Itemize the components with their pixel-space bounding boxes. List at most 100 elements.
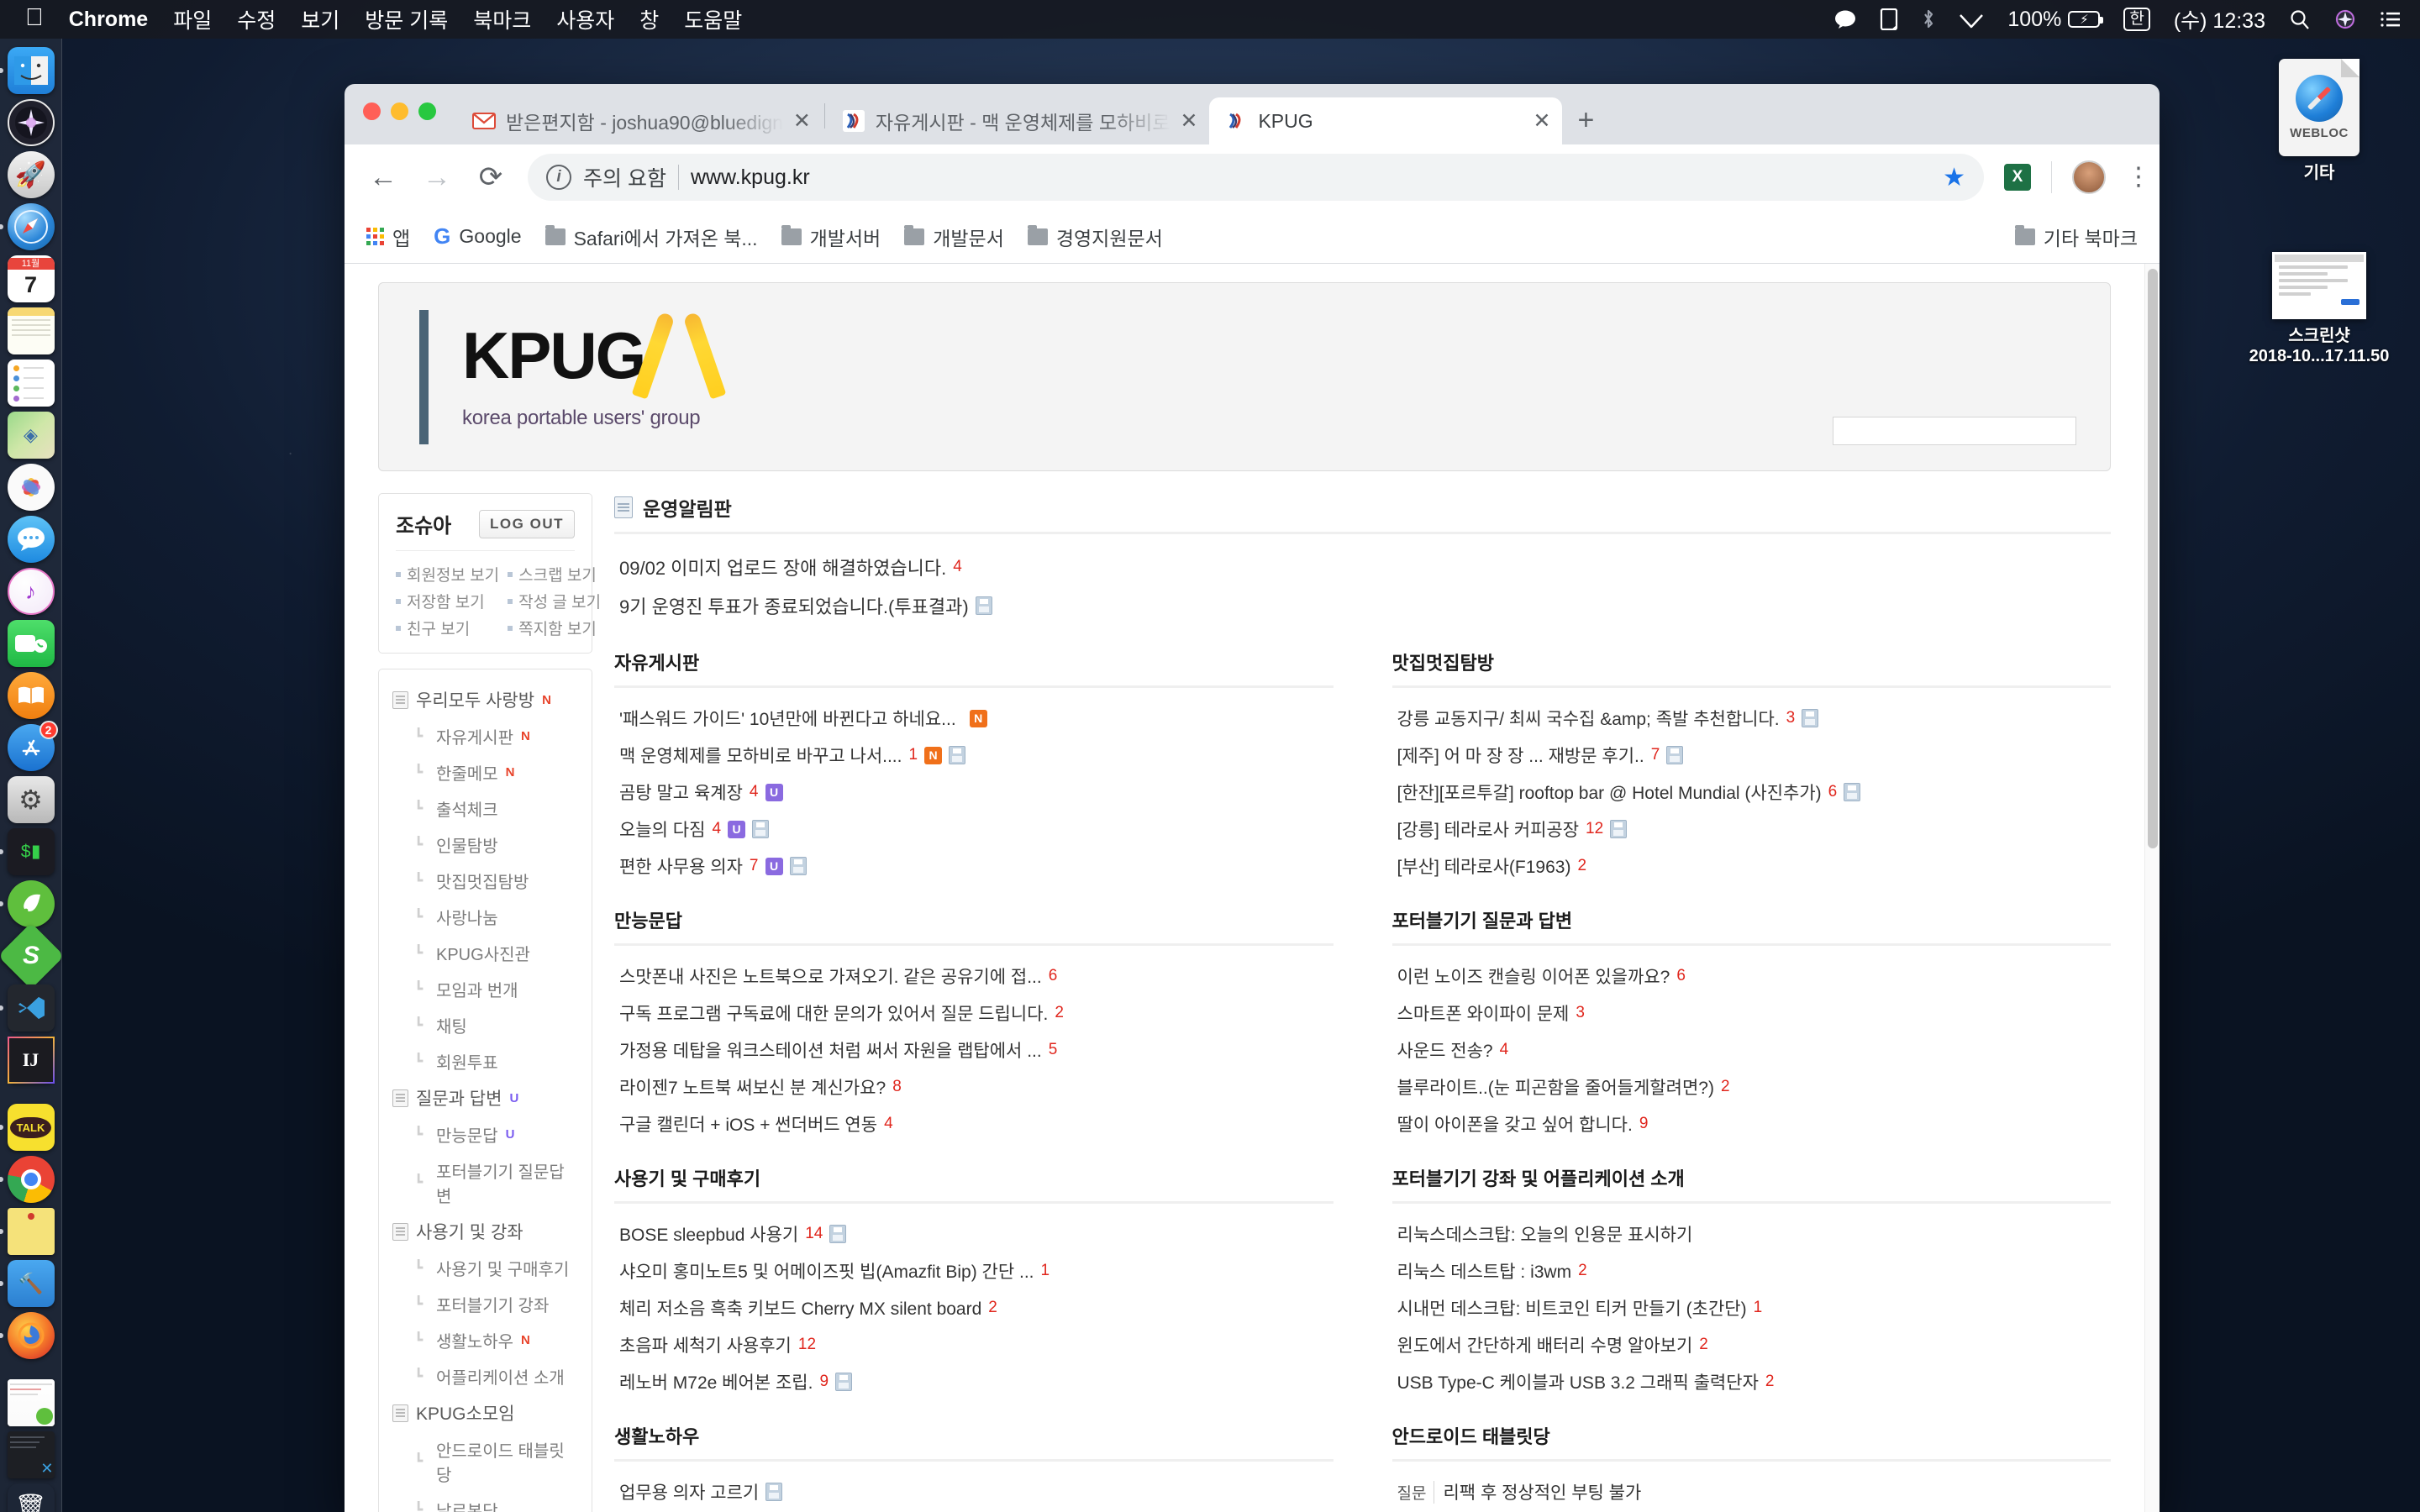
dock-item-ibooks[interactable] [7, 672, 55, 719]
user-link-posts[interactable]: 작성 글 보기 [508, 590, 601, 612]
search-icon[interactable] [2289, 8, 2311, 30]
reload-icon[interactable]: ⟳ [474, 163, 508, 192]
list-item[interactable]: 라이젠7 노트북 써보신 분 계신가요? 8 [619, 1068, 1334, 1105]
list-item[interactable]: 시내먼 데스크탑: 비트코인 티커 만들기 (초간단) 1 [1397, 1289, 2112, 1326]
sidebar-item-member-vote[interactable]: ┗ 회원투표 [392, 1043, 578, 1079]
profile-avatar-icon[interactable] [2072, 160, 2106, 194]
menubar-clock[interactable]: (수) 12:33 [2174, 4, 2265, 34]
menubar-item-window[interactable]: 창 [639, 4, 659, 34]
dock-item-reminders[interactable] [7, 360, 55, 407]
list-item[interactable]: 리눅스 데스트탑 : i3wm 2 [1397, 1252, 2112, 1289]
list-item[interactable]: 스마트폰 와이파이 문제 3 [1397, 995, 2112, 1032]
bookmark-apps[interactable]: 앱 [366, 223, 410, 251]
siri-icon[interactable] [2334, 8, 2356, 30]
bookmark-dev-server[interactable]: 개발서버 [781, 223, 881, 251]
desktop-icon-webloc[interactable]: WEBLOC 기타 [2235, 59, 2403, 183]
notice-item[interactable]: 9기 운영진 투표가 종료되었습니다.(투표결과) [619, 586, 2111, 625]
display-icon[interactable] [1880, 8, 1898, 30]
page-scrollbar[interactable] [2144, 264, 2160, 1512]
user-link-friends[interactable]: 친구 보기 [396, 617, 499, 639]
section-title[interactable]: 만능문답 [614, 906, 1334, 946]
user-link-profile[interactable]: 회원정보 보기 [396, 563, 499, 585]
list-item[interactable]: 사운드 전송? 4 [1397, 1032, 2112, 1068]
notice-item[interactable]: 09/02 이미지 업로드 장애 해결하였습니다. 4 [619, 548, 2111, 586]
list-item[interactable]: '패스워드 가이드' 10년만에 바뀐다고 하네요... N [619, 700, 1334, 737]
site-logo[interactable]: KPUG korea portable users' group [462, 322, 705, 430]
menubar-item-bookmarks[interactable]: 북마크 [473, 4, 531, 34]
list-item[interactable]: 블루라이트..(눈 피곤함을 줄어들게할려면?) 2 [1397, 1068, 2112, 1105]
dock-item-finder[interactable] [0, 47, 55, 94]
bluetooth-icon[interactable] [1922, 8, 1935, 30]
dock-item-maps[interactable]: ◈ [7, 412, 55, 459]
sidebar-item-portable-lectures[interactable]: ┗ 포터블기기 강좌 [392, 1286, 578, 1322]
list-item[interactable]: 질문 리팩 후 정상적인 부팅 불가 [1397, 1473, 2112, 1510]
spreadsheet-extension-icon[interactable]: X [2004, 164, 2031, 191]
logout-button[interactable]: LOG OUT [479, 509, 575, 538]
list-item[interactable]: 가정용 데탑을 워크스테이션 처럼 써서 자원을 랩탑에서 ... 5 [619, 1032, 1334, 1068]
dock-item-system-preferences[interactable]: ⚙ [7, 776, 55, 823]
list-item[interactable]: 샤오미 홍미노트5 및 어메이즈핏 빕(Amazfit Bip) 간단 ... … [619, 1252, 1334, 1289]
maximize-window-button[interactable] [418, 102, 436, 120]
list-item[interactable]: 업무용 의자 고르기 [619, 1473, 1334, 1510]
dock-item-stickies[interactable] [0, 1208, 55, 1255]
dock-item-safari[interactable] [0, 203, 55, 250]
sidebar-item-people[interactable]: ┗ 인물탐방 [392, 827, 578, 863]
dock-item-minimized-vscode[interactable]: ✕ [7, 1431, 55, 1478]
section-title[interactable]: 안드로이드 태블릿당 [1392, 1422, 2111, 1462]
sidebar-item-meetups[interactable]: ┗ 모임과 번개 [392, 971, 578, 1007]
menubar-item-view[interactable]: 보기 [301, 4, 339, 34]
kebab-menu-icon[interactable]: ⋮ [2126, 165, 2151, 189]
dock-item-minimized-sts[interactable] [7, 1379, 55, 1426]
sidebar-item-free-board[interactable]: ┗ 자유게시판 N [392, 718, 578, 754]
section-title[interactable]: 포터블기기 강좌 및 어플리케이션 소개 [1392, 1164, 2111, 1204]
sidebar-item-oneline-memo[interactable]: ┗ 한줄메모 N [392, 754, 578, 790]
list-item[interactable]: 레노버 M72e 베어본 조립. 9 [619, 1363, 1334, 1400]
list-item[interactable]: USB Type-C 케이블과 USB 3.2 그래픽 출력단자 2 [1397, 1363, 2112, 1400]
minimize-window-button[interactable] [391, 102, 408, 120]
apple-menu-icon[interactable]:  [25, 5, 44, 30]
dock-item-firefox[interactable] [0, 1312, 55, 1359]
list-item[interactable]: [제주] 어 마 장 장 ... 재방문 후기.. 7 [1397, 737, 2112, 774]
sidebar-item-reviews-lectures[interactable]: 사용기 및 강좌 [392, 1213, 578, 1250]
sidebar-item-purchase-reviews[interactable]: ┗ 사용기 및 구매후기 [392, 1250, 578, 1286]
list-item[interactable]: 체리 저소음 흑축 키보드 Cherry MX silent board 2 [619, 1289, 1334, 1326]
section-title[interactable]: 자유게시판 [614, 648, 1334, 688]
user-link-messages[interactable]: 쪽지함 보기 [508, 617, 601, 639]
site-search-input[interactable] [1833, 417, 2076, 445]
bookmark-google[interactable]: G Google [434, 223, 521, 249]
dock-item-chrome[interactable] [0, 1156, 55, 1203]
dock-item-facetime[interactable] [7, 620, 55, 667]
bookmark-management-docs[interactable]: 경영지원문서 [1027, 223, 1163, 251]
back-arrow-icon[interactable]: ← [366, 163, 400, 192]
sidebar-item-chat[interactable]: ┗ 채팅 [392, 1007, 578, 1043]
list-item[interactable]: 곰탕 말고 육계장 4 U [619, 774, 1334, 811]
menubar-item-people[interactable]: 사용자 [556, 4, 614, 34]
list-item[interactable]: 딸이 아이폰을 갖고 싶어 합니다. 9 [1397, 1105, 2112, 1142]
dock-item-launchpad[interactable]: 🚀 [7, 151, 55, 198]
menubar-item-edit[interactable]: 수정 [237, 4, 276, 34]
close-tab-icon[interactable]: ✕ [1534, 108, 1551, 134]
sidebar-item-sharing[interactable]: ┗ 사랑나눔 [392, 899, 578, 935]
battery-status[interactable]: 100% ⚡ [2007, 8, 2104, 32]
dock-item-spring-tool-suite[interactable] [0, 880, 55, 927]
list-item[interactable]: 리눅스데스크탑: 오늘의 인용문 표시하기 [1397, 1215, 2112, 1252]
section-title[interactable]: 맛집멋집탐방 [1392, 648, 2111, 688]
wifi-icon[interactable] [1959, 10, 1984, 29]
dock-item-app-store[interactable]: 2 [7, 721, 58, 771]
sidebar-item-photo-gallery[interactable]: ┗ KPUG사진관 [392, 935, 578, 971]
list-item[interactable]: [한잔][포르투갈] rooftop bar @ Hotel Mundial (… [1397, 774, 2112, 811]
list-item[interactable]: 스맛폰내 사진은 노트북으로 가져오기. 같은 공유기에 접... 6 [619, 958, 1334, 995]
dock-item-calendar[interactable]: 11월 7 [7, 255, 55, 302]
forward-arrow-icon[interactable]: → [420, 163, 454, 192]
dock-item-terminal[interactable]: $▮ [0, 828, 55, 875]
desktop-icon-screenshot[interactable]: 스크린샷 2018-10...17.11.50 [2235, 252, 2403, 366]
menubar-item-history[interactable]: 방문 기록 [365, 4, 448, 34]
chat-bubble-icon[interactable] [1834, 9, 1856, 29]
list-item[interactable]: 오늘의 다짐 4 U [619, 811, 1334, 848]
sidebar-item-life-knowhow[interactable]: ┗ 생활노하우 N [392, 1322, 578, 1358]
site-info-icon[interactable]: i [546, 165, 571, 190]
list-item[interactable]: [부산] 테라로사(F1963) 2 [1397, 848, 2112, 885]
star-icon[interactable]: ★ [1943, 163, 1965, 192]
dock-item-intellij-idea[interactable]: IJ [7, 1037, 55, 1084]
sidebar-item-app-intro[interactable]: ┗ 어플리케이션 소개 [392, 1358, 578, 1394]
